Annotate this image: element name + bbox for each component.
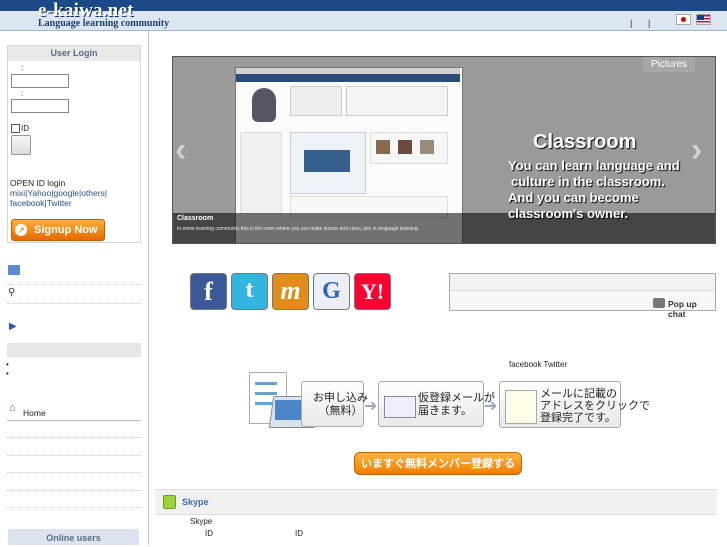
slide-line: And you can become (508, 190, 639, 205)
password-label: : (21, 89, 24, 98)
popup-chat-link[interactable]: Pop up chat (668, 299, 715, 319)
japanese-flag-icon[interactable] (676, 14, 691, 25)
slide-caption-title: Classroom (177, 215, 214, 222)
us-flag-icon[interactable] (696, 14, 711, 25)
remember-checkbox[interactable] (11, 124, 20, 133)
header-separator: | (630, 18, 633, 28)
arrow-icon: ↗ (15, 224, 27, 236)
login-id-label: : (21, 63, 24, 72)
flow-step-confirm-text: メールに記載の アドレスをクリックで 登録完了です。 (540, 387, 650, 424)
login-id-input[interactable] (11, 74, 69, 88)
home-link[interactable]: Home (23, 408, 46, 418)
signup-button[interactable]: ↗ Signup Now ! (11, 219, 105, 256)
skype-section-title: Skype (182, 497, 209, 507)
share-links[interactable]: facebook Twitter (509, 360, 567, 369)
divider (7, 284, 141, 286)
arrow-right-icon: ➜ (484, 398, 498, 415)
signup-label: Signup Now ! (34, 224, 98, 256)
google-icon[interactable]: G (313, 273, 350, 310)
mail-icon[interactable] (8, 265, 20, 275)
slide-line: You can learn language and (508, 158, 680, 173)
openid-title: OPEN ID login (10, 178, 66, 188)
register-free-button[interactable]: いますぐ無料メンバー登録する (354, 452, 522, 475)
divider (7, 490, 141, 492)
openid-links-2[interactable]: facebook|Twitter (10, 198, 72, 208)
slide-line: classroom's owner. (508, 206, 629, 221)
skype-icon (163, 495, 176, 509)
skype-id-label: ID (295, 529, 303, 538)
site-tagline: Language learning community (38, 18, 170, 29)
popup-chat-panel: Pop up chat (449, 273, 716, 319)
sidebar-divider (148, 31, 149, 545)
yahoo-icon[interactable]: Y! (354, 273, 391, 310)
slide-caption-text: In some learning community this is the r… (177, 226, 420, 232)
chevron-right-icon[interactable]: › (691, 131, 702, 170)
sidebar-section-bar (7, 343, 141, 357)
login-title: User Login (8, 46, 140, 61)
remember-label: ID (21, 124, 29, 133)
chevron-left-icon[interactable]: ‹ (175, 131, 186, 170)
chat-header (450, 274, 715, 291)
password-input[interactable] (11, 99, 69, 113)
flow-step-apply-text: お申し込み （無料） (313, 391, 368, 417)
mixi-icon[interactable]: m (272, 273, 309, 310)
online-users-title: Online users (8, 529, 139, 545)
bullet-list: • • (6, 360, 9, 378)
divider (7, 420, 141, 421)
play-icon[interactable]: ▶ (9, 322, 17, 332)
feature-slideshow[interactable]: Pictures ‹ › Classroom In some learning … (172, 56, 716, 244)
chat-icon[interactable] (653, 298, 665, 308)
divider (7, 303, 141, 305)
skype-text: Skype (190, 517, 213, 526)
header-separator: | (648, 18, 651, 28)
facebook-icon[interactable]: f (190, 273, 227, 310)
divider (7, 437, 141, 439)
slide-line: culture in the classroom. (511, 174, 665, 189)
home-icon[interactable]: ⌂ (9, 403, 20, 414)
arrow-right-icon: ➜ (364, 398, 378, 415)
pictures-tab[interactable]: Pictures (643, 57, 695, 72)
twitter-icon[interactable]: t (231, 273, 268, 310)
skype-id-label: ID (205, 529, 213, 538)
divider (7, 472, 141, 474)
divider (7, 507, 141, 509)
divider (7, 455, 141, 457)
login-button[interactable] (11, 135, 31, 155)
slide-heading: Classroom (533, 131, 637, 153)
login-panel: User Login : : ID OPEN ID login mixi|Yah… (7, 45, 141, 256)
skype-section-header: Skype (155, 489, 717, 515)
openid-links[interactable]: mixi|Yahoo|google|others| (10, 188, 107, 198)
binoculars-icon[interactable]: ⚲ (8, 288, 20, 298)
